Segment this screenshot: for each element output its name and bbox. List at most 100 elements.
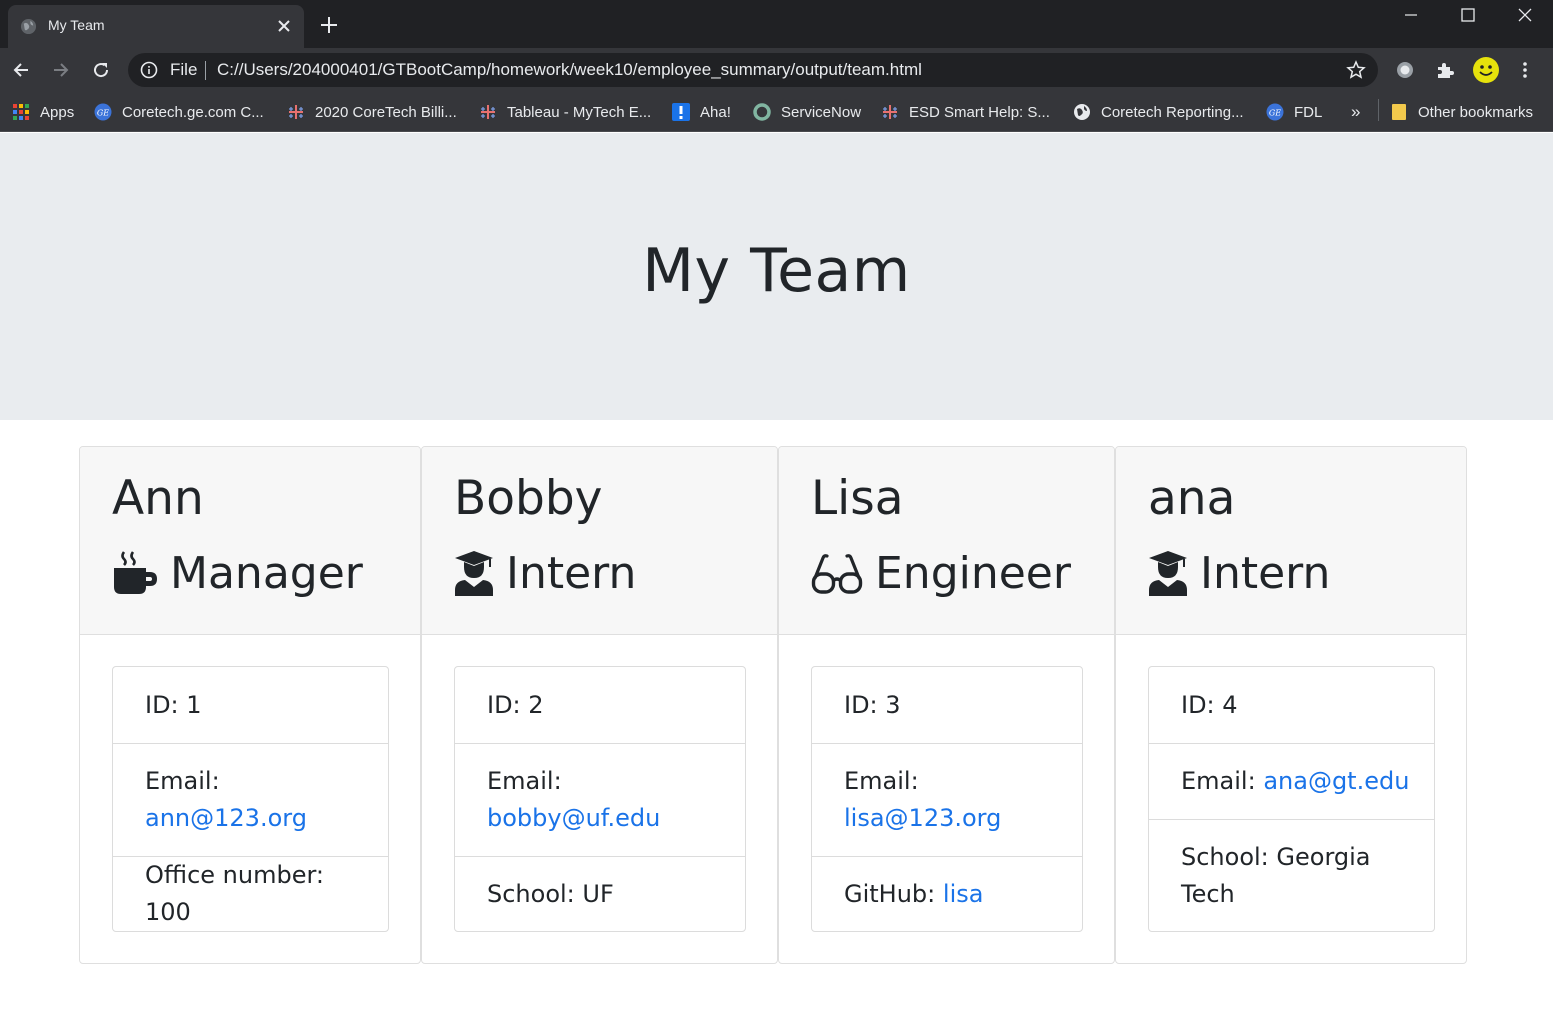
bookmark-label: Other bookmarks bbox=[1418, 103, 1534, 121]
smiley-face-icon bbox=[1473, 57, 1499, 83]
servicenow-icon bbox=[753, 103, 771, 121]
email-link[interactable]: bobby@uf.edu bbox=[487, 800, 660, 837]
email-label: Email: bbox=[145, 767, 220, 795]
bookmark-label: 2020 CoreTech Billi... bbox=[315, 103, 457, 121]
bookmark-label: Coretech.ge.com C... bbox=[122, 103, 264, 121]
employee-name: ana bbox=[1148, 471, 1236, 526]
email-link[interactable]: lisa@123.org bbox=[844, 800, 1001, 837]
card-header: Bobby Intern bbox=[422, 447, 777, 635]
bookmark-coretech[interactable]: GE Coretech.ge.com C... bbox=[94, 101, 264, 123]
tableau-icon bbox=[479, 103, 497, 121]
employee-card: Bobby Intern ID: 2 Email: bobby@uf.edu S… bbox=[421, 446, 778, 964]
github-link[interactable]: lisa bbox=[943, 876, 984, 913]
card-header: Ann Manager bbox=[80, 447, 420, 635]
glasses-icon bbox=[811, 550, 863, 596]
browser-toolbar: File C://Users/204000401/GTBootCamp/home… bbox=[0, 48, 1553, 92]
id-label: ID: 2 bbox=[487, 690, 544, 719]
back-button[interactable] bbox=[8, 57, 34, 83]
card-header: Lisa Engineer bbox=[779, 447, 1114, 635]
role-label: Intern bbox=[1200, 547, 1331, 599]
id-label: ID: 3 bbox=[844, 690, 901, 719]
id-label: ID: 4 bbox=[1181, 690, 1238, 719]
bookmark-servicenow[interactable]: ServiceNow bbox=[753, 101, 861, 123]
arrow-left-icon bbox=[13, 63, 28, 77]
employee-role: Manager bbox=[112, 545, 363, 601]
bookmarks-divider bbox=[1378, 99, 1379, 121]
close-tab-icon[interactable] bbox=[274, 16, 294, 36]
employee-card: Ann Manager ID: 1 Email: ann@123.org Off… bbox=[79, 446, 421, 964]
bookmark-apps[interactable]: Apps bbox=[12, 101, 74, 123]
id-label: ID: 1 bbox=[145, 690, 202, 719]
employee-details-list: ID: 4 Email: ana@gt.edu School: Georgia … bbox=[1148, 666, 1435, 932]
ge-logo-icon: GE bbox=[94, 103, 112, 121]
browser-tab[interactable]: My Team bbox=[8, 5, 304, 48]
email-link[interactable]: ann@123.org bbox=[145, 800, 307, 837]
employee-details-list: ID: 1 Email: ann@123.org Office number: … bbox=[112, 666, 389, 932]
employee-id: ID: 1 bbox=[113, 667, 388, 743]
folder-icon bbox=[1390, 103, 1408, 121]
email-label: Email: bbox=[1181, 767, 1256, 795]
tableau-icon bbox=[881, 103, 899, 121]
employee-name: Ann bbox=[112, 471, 204, 526]
bookmarks-overflow-button[interactable]: » bbox=[1351, 101, 1360, 123]
employee-role: Intern bbox=[1148, 545, 1330, 601]
employee-email: Email: lisa@123.org bbox=[812, 743, 1082, 856]
employee-email: Email: ana@gt.edu bbox=[1149, 743, 1434, 819]
other-bookmarks[interactable]: Other bookmarks bbox=[1390, 101, 1533, 123]
employee-name: Bobby bbox=[454, 471, 603, 526]
employee-details-list: ID: 3 Email: lisa@123.org GitHub: lisa bbox=[811, 666, 1083, 932]
star-icon[interactable] bbox=[1346, 60, 1366, 80]
minimize-icon bbox=[1404, 14, 1417, 16]
bookmark-label: FDL bbox=[1294, 103, 1323, 121]
aha-icon bbox=[672, 103, 690, 121]
email-label: Email: bbox=[844, 767, 919, 795]
bookmark-2020-coretech[interactable]: 2020 CoreTech Billi... bbox=[287, 101, 457, 123]
close-icon bbox=[1518, 8, 1531, 22]
reload-icon bbox=[94, 63, 109, 78]
arrow-right-icon bbox=[54, 63, 69, 77]
overflow-chevron-icon: » bbox=[1351, 102, 1361, 121]
github-label: GitHub: bbox=[844, 879, 936, 908]
minimize-button[interactable] bbox=[1382, 0, 1439, 30]
employee-card: Lisa Engineer ID: 3 Email: lisa@123.org … bbox=[778, 446, 1115, 964]
employee-id: ID: 2 bbox=[455, 667, 745, 743]
address-bar[interactable]: File C://Users/204000401/GTBootCamp/home… bbox=[128, 53, 1378, 87]
bookmark-aha[interactable]: Aha! bbox=[672, 101, 731, 123]
bookmark-fdl[interactable]: GE FDL bbox=[1266, 101, 1322, 123]
apps-grid-icon bbox=[12, 103, 30, 121]
ge-logo-icon: GE bbox=[1266, 103, 1284, 121]
tab-title: My Team bbox=[48, 17, 105, 33]
graduate-icon bbox=[454, 550, 494, 596]
office-number-label: Office number: 100 bbox=[145, 861, 325, 926]
maximize-button[interactable] bbox=[1439, 0, 1496, 30]
extensions-button[interactable] bbox=[1433, 58, 1457, 82]
info-icon[interactable] bbox=[140, 61, 158, 79]
bookmark-tableau-mytech[interactable]: Tableau - MyTech E... bbox=[479, 101, 651, 123]
bookmark-esd-smart-help[interactable]: ESD Smart Help: S... bbox=[881, 101, 1050, 123]
new-tab-icon[interactable] bbox=[318, 14, 340, 36]
employee-school: School: Georgia Tech bbox=[1149, 819, 1434, 931]
email-link[interactable]: ana@gt.edu bbox=[1263, 763, 1409, 800]
bookmark-label: ServiceNow bbox=[781, 103, 862, 121]
bookmarks-bar: Apps GE Coretech.ge.com C... 2020 CoreTe… bbox=[0, 92, 1553, 132]
bookmark-label: Apps bbox=[40, 103, 75, 121]
role-label: Engineer bbox=[875, 547, 1071, 599]
reload-button[interactable] bbox=[88, 57, 114, 83]
globe-icon bbox=[20, 18, 37, 35]
bookmark-coretech-reporting[interactable]: Coretech Reporting... bbox=[1073, 101, 1244, 123]
employee-id: ID: 3 bbox=[812, 667, 1082, 743]
forward-button[interactable] bbox=[48, 57, 74, 83]
maximize-icon bbox=[1460, 8, 1475, 22]
employee-role: Intern bbox=[454, 545, 636, 601]
extension-record-button[interactable] bbox=[1393, 58, 1417, 82]
close-window-button[interactable] bbox=[1496, 0, 1553, 30]
url-scheme-label: File bbox=[170, 60, 198, 79]
url-text[interactable]: C://Users/204000401/GTBootCamp/homework/… bbox=[217, 60, 922, 80]
browser-menu-button[interactable] bbox=[1513, 58, 1537, 82]
employee-role: Engineer bbox=[811, 545, 1071, 601]
jumbotron-header: My Team bbox=[0, 133, 1553, 420]
profile-avatar[interactable] bbox=[1472, 56, 1500, 84]
tableau-icon bbox=[287, 103, 305, 121]
record-extension-icon bbox=[1397, 62, 1413, 78]
role-label: Manager bbox=[170, 547, 363, 599]
